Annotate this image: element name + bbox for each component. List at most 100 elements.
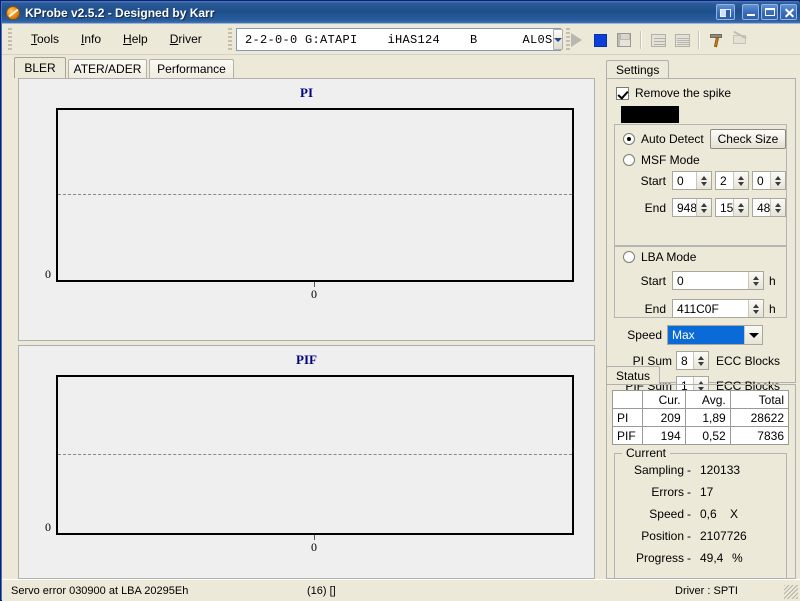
tab-performance-label: Performance (157, 62, 226, 76)
current-speed-unit: X (730, 507, 739, 521)
check-size-button[interactable]: Check Size (710, 129, 786, 149)
menu-item-help[interactable]: Help (112, 29, 159, 50)
current-speed-dash: - (687, 507, 691, 521)
menu-item-driver[interactable]: Driver (159, 29, 213, 50)
lba-start-arrows[interactable] (748, 272, 763, 289)
lba-end-stepper[interactable]: 411C0F (672, 299, 764, 318)
lba-mode-radio[interactable] (623, 251, 635, 263)
pi-gridline-zero (58, 194, 572, 195)
resize-grip-icon[interactable] (784, 585, 798, 599)
lba-start-stepper[interactable]: 0 (672, 271, 764, 290)
toolbar (564, 28, 752, 52)
tab-bler[interactable]: BLER (14, 57, 66, 78)
pif-plot-area[interactable] (56, 375, 574, 535)
hammer-icon (708, 32, 724, 48)
current-sampling-label: Sampling (633, 463, 684, 477)
current-errors-dash: - (687, 485, 691, 499)
status-col-avg: Avg. (684, 390, 731, 409)
msf-start-seconds-stepper[interactable]: 2 (715, 171, 749, 190)
menu-item-tools[interactable]: Tools (20, 29, 70, 50)
pif-gridline-zero (58, 454, 572, 455)
status-col-total: Total (729, 390, 790, 409)
msf-start-minutes-stepper[interactable]: 0 (672, 171, 712, 190)
pi-plot-area[interactable] (56, 108, 574, 282)
settings-button[interactable] (728, 29, 752, 52)
msf-end-minutes-stepper[interactable]: 948 (672, 198, 712, 217)
speed-select[interactable]: Max (667, 325, 763, 345)
pif-chart-title: PIF (296, 352, 317, 367)
msf-end-label: End (644, 201, 666, 215)
lba-end-arrows[interactable] (748, 300, 763, 317)
msf-mode-label: MSF Mode (641, 153, 700, 167)
table-header-row: Cur. Avg. Total (612, 390, 790, 409)
status-row-pi-cur: 209 (642, 408, 686, 427)
msf-end-seconds-arrows[interactable] (733, 199, 748, 216)
menu-item-tools-label: ools (37, 31, 60, 46)
remove-spike-checkbox-row[interactable]: Remove the spike (616, 86, 731, 100)
speed-select-value: Max (668, 326, 744, 344)
menu-item-driver-label: river (178, 31, 202, 46)
msf-start-frames-arrows[interactable] (770, 172, 785, 189)
application-window: KProbe v2.5.2 - Designed by Karr Tools I… (0, 0, 800, 601)
lba-end-unit: h (769, 302, 776, 316)
lba-mode-radio-row[interactable]: LBA Mode (623, 250, 696, 264)
status-col-cur: Cur. (642, 390, 686, 409)
status-panel: Status Cur. Avg. Total PI 209 1,89 28622… (606, 366, 796, 581)
maximize-icon[interactable] (761, 4, 778, 20)
speed-chevron-down-icon[interactable] (744, 326, 762, 344)
restore-window-icon[interactable] (716, 4, 735, 20)
status-header[interactable]: Status (606, 366, 661, 384)
msf-start-minutes-arrows[interactable] (696, 172, 711, 189)
tab-ater-ader[interactable]: ATER/ADER (68, 59, 147, 78)
stop-scan-button[interactable] (588, 29, 612, 52)
status-bar: Servo error 030900 at LBA 20295Eh (16) [… (2, 579, 800, 601)
tab-performance[interactable]: Performance (149, 59, 234, 78)
drive-select-value: 2-2-0-0 G:ATAPI iHAS124 B AL0S (245, 32, 553, 47)
msf-end-seconds-stepper[interactable]: 15 (715, 198, 749, 217)
grid-icon (674, 33, 690, 47)
tools-button[interactable] (704, 29, 728, 52)
tab-ater-ader-label: ATER/ADER (73, 62, 142, 76)
auto-detect-label: Auto Detect (641, 132, 704, 146)
list-view-button[interactable] (646, 29, 670, 52)
save-button[interactable] (612, 29, 636, 52)
menu-item-info[interactable]: Info (70, 29, 112, 50)
status-row-pi-label: PI (612, 408, 643, 427)
status-row-pi-avg: 1,89 (684, 408, 731, 427)
msf-start-seconds-value: 2 (720, 173, 727, 188)
msf-start-frames-stepper[interactable]: 0 (752, 171, 786, 190)
grid-view-button[interactable] (670, 29, 694, 52)
current-position-dash: - (687, 529, 691, 543)
auto-detect-radio-row[interactable]: Auto Detect (623, 132, 704, 146)
status-header-label: Status (616, 368, 651, 383)
msf-end-frames-arrows[interactable] (770, 199, 785, 216)
msf-mode-radio[interactable] (623, 154, 635, 166)
drivebar-grip[interactable] (228, 28, 232, 50)
msf-end-frames-stepper[interactable]: 48 (752, 198, 786, 217)
minimize-icon[interactable] (742, 4, 759, 20)
settings-body: Remove the spike Auto Detect Check Size (606, 78, 796, 395)
msf-end-minutes-arrows[interactable] (696, 199, 711, 216)
remove-spike-checkbox[interactable] (616, 86, 629, 100)
current-progress-value: 49,4 (700, 551, 724, 565)
close-icon[interactable] (780, 4, 797, 20)
pi-chart-title: PI (300, 85, 313, 100)
msf-end-frames-value: 48 (757, 200, 770, 215)
menubar-grip[interactable] (8, 28, 12, 50)
lba-start-unit: h (769, 274, 776, 288)
msf-end-seconds-value: 15 (720, 200, 733, 215)
msf-mode-radio-row[interactable]: MSF Mode (623, 153, 700, 167)
status-row-pi-total: 28622 (729, 408, 790, 427)
drive-select[interactable]: 2-2-0-0 G:ATAPI iHAS124 B AL0S (236, 28, 563, 51)
pif-chart: PIF 0 0 (18, 345, 595, 579)
msf-start-seconds-arrows[interactable] (733, 172, 748, 189)
start-scan-button[interactable] (564, 29, 588, 52)
settings-header[interactable]: Settings (606, 60, 670, 78)
current-progress-label: Progress (635, 551, 684, 565)
auto-detect-radio[interactable] (623, 133, 635, 145)
current-sampling-dash: - (687, 463, 691, 477)
table-row: PI 209 1,89 28622 (612, 408, 790, 427)
current-errors-label: Errors (651, 485, 684, 499)
settings-header-label: Settings (616, 62, 660, 77)
chevron-down-icon[interactable] (552, 29, 563, 50)
